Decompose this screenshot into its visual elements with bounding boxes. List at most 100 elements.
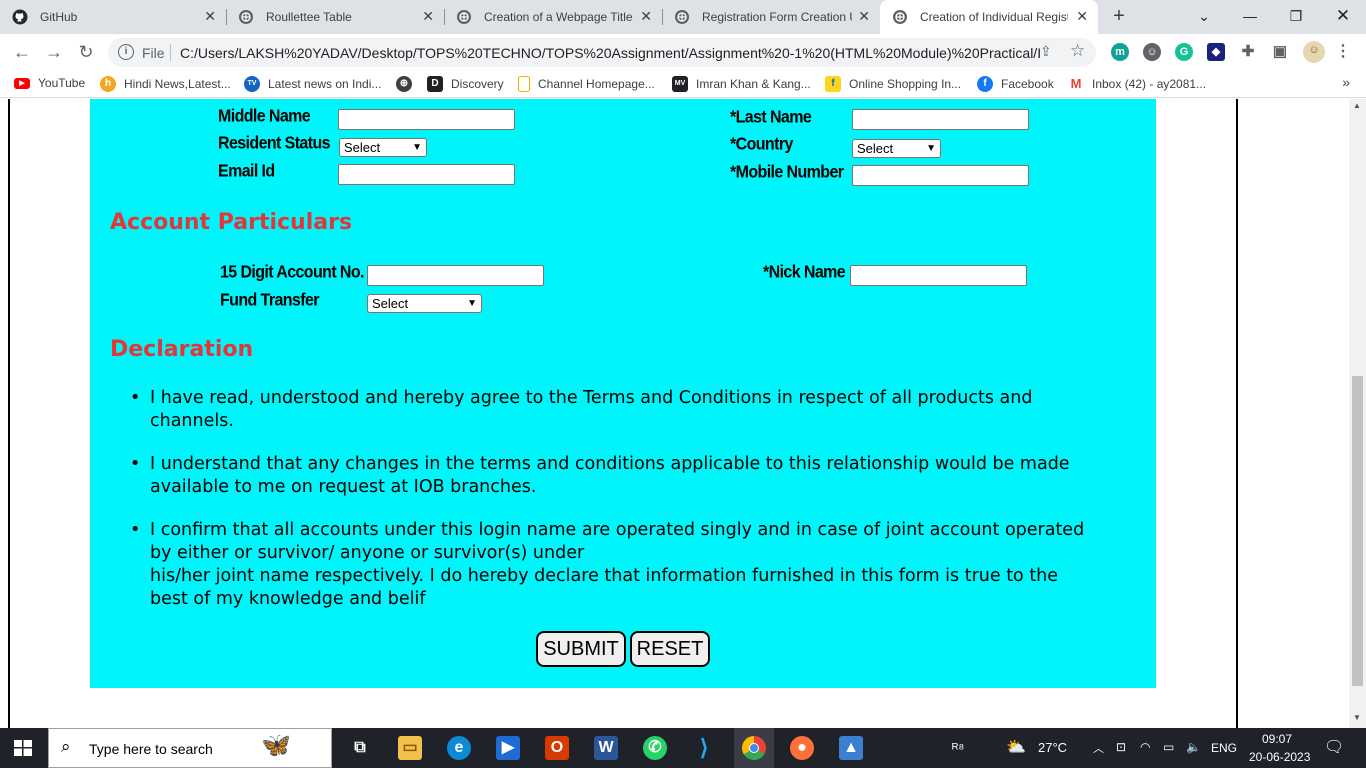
bookmark-discovery[interactable]: D Discovery bbox=[427, 76, 504, 92]
edge-icon[interactable]: e bbox=[447, 736, 471, 760]
declaration-heading: Declaration bbox=[110, 337, 254, 362]
profile-avatar[interactable]: ☺ bbox=[1303, 41, 1325, 63]
github-icon bbox=[12, 9, 28, 25]
globe-icon bbox=[675, 10, 689, 24]
windows-start-icon[interactable] bbox=[14, 740, 32, 756]
close-icon[interactable]: ✕ bbox=[640, 8, 652, 24]
declaration-text: best of my knowledge and belif bbox=[150, 589, 426, 609]
account-particulars-heading: Account Particulars bbox=[110, 210, 353, 235]
vertical-scrollbar[interactable]: ▲ ▼ bbox=[1349, 99, 1366, 728]
bookmark-imran-khan[interactable]: MV Imran Khan & Kang... bbox=[672, 76, 811, 92]
language-indicator[interactable]: ENG bbox=[1211, 741, 1237, 755]
task-view-icon[interactable]: ⧉ bbox=[348, 736, 372, 760]
globe-icon bbox=[457, 10, 471, 24]
office-icon[interactable]: O bbox=[545, 736, 569, 760]
scroll-up-icon[interactable]: ▲ bbox=[1353, 101, 1361, 110]
divider bbox=[170, 44, 171, 61]
email-input[interactable] bbox=[338, 164, 515, 185]
account-number-input[interactable] bbox=[367, 265, 544, 286]
tab-github[interactable]: GitHub ✕ bbox=[0, 0, 226, 34]
bookmark-star-icon[interactable]: ☆ bbox=[1070, 41, 1085, 61]
battery-icon[interactable]: ▭ bbox=[1163, 740, 1174, 754]
bookmark-latest-news[interactable]: TV Latest news on Indi... bbox=[244, 76, 381, 92]
mobile-number-input[interactable] bbox=[852, 165, 1029, 186]
close-icon[interactable]: ✕ bbox=[204, 8, 216, 24]
file-explorer-icon[interactable]: ▭ bbox=[398, 736, 422, 760]
tab-roullettee[interactable]: Roullettee Table ✕ bbox=[226, 0, 444, 34]
reload-icon[interactable]: ↻ bbox=[74, 41, 98, 65]
tab-title: GitHub bbox=[40, 10, 78, 24]
bookmarks-bar: ▶ YouTube h Hindi News,Latest... TV Latest … bbox=[0, 70, 1366, 98]
last-name-input[interactable] bbox=[852, 109, 1029, 130]
wifi-icon[interactable]: ◠ bbox=[1140, 740, 1150, 754]
forward-icon[interactable]: → bbox=[42, 41, 66, 65]
vscode-icon[interactable]: ⟩ bbox=[692, 736, 716, 760]
notifications-icon[interactable]: 🗨 bbox=[1324, 737, 1344, 757]
extensions-puzzle-icon[interactable]: ✚ bbox=[1239, 43, 1257, 61]
menu-kebab-icon[interactable]: ⋮ bbox=[1334, 43, 1352, 61]
extension-color-icon[interactable]: ◆ bbox=[1207, 43, 1225, 61]
grammarly-icon[interactable]: G bbox=[1175, 43, 1193, 61]
whatsapp-icon[interactable]: ✆ bbox=[643, 736, 667, 760]
reset-button[interactable]: RESET bbox=[630, 631, 710, 667]
bookmark-gmail[interactable]: M Inbox (42) - ay2081... bbox=[1068, 76, 1206, 92]
share-icon[interactable]: ⇪ bbox=[1040, 43, 1052, 60]
close-icon[interactable]: ✕ bbox=[422, 8, 434, 24]
bookmark-youtube[interactable]: ▶ YouTube bbox=[14, 76, 85, 90]
tab-webpage-title[interactable]: Creation of a Webpage Title ✕ bbox=[444, 0, 662, 34]
weather-icon[interactable]: ⛅ bbox=[1006, 737, 1026, 757]
url-text[interactable]: C:/Users/LAKSH%20YADAV/Desktop/TOPS%20TE… bbox=[180, 45, 1040, 61]
page-icon bbox=[518, 76, 530, 92]
bookmark-channel-homepage[interactable]: Channel Homepage... bbox=[518, 76, 655, 92]
resident-status-select[interactable]: Select ▼ bbox=[339, 138, 427, 157]
fund-transfer-select[interactable]: Select ▼ bbox=[367, 294, 482, 313]
select-value: Select bbox=[344, 140, 381, 155]
close-icon[interactable]: ✕ bbox=[1076, 8, 1088, 24]
taskbar-search[interactable]: ⌕ Type here to search 🦋 bbox=[48, 728, 332, 768]
new-tab-button[interactable]: + bbox=[1108, 5, 1130, 28]
bookmark-label: Inbox (42) - ay2081... bbox=[1092, 77, 1207, 91]
photos-icon[interactable]: ▲ bbox=[839, 736, 863, 760]
media-player-icon[interactable]: ▶ bbox=[496, 736, 520, 760]
clock-time[interactable]: 09:07 bbox=[1262, 732, 1292, 746]
bookmark-online-shopping[interactable]: f Online Shopping In... bbox=[825, 76, 961, 92]
extension-m-icon[interactable]: m bbox=[1111, 43, 1129, 61]
meet-now-icon[interactable]: ⊡ bbox=[1116, 740, 1126, 754]
more-bookmarks-icon[interactable]: » bbox=[1342, 74, 1350, 90]
clock-date[interactable]: 20-06-2023 bbox=[1249, 750, 1310, 764]
word-icon[interactable]: W bbox=[594, 736, 618, 760]
bookmark-facebook[interactable]: f Facebook bbox=[977, 76, 1054, 92]
declaration-text: I confirm that all accounts under this l… bbox=[150, 520, 1085, 540]
people-icon[interactable]: ᴿ⁸ bbox=[952, 740, 964, 756]
bookmark-hindi-news[interactable]: h Hindi News,Latest... bbox=[100, 76, 231, 92]
middle-name-input[interactable] bbox=[338, 109, 515, 130]
declaration-text: channels. bbox=[150, 411, 234, 431]
scroll-down-icon[interactable]: ▼ bbox=[1353, 713, 1361, 722]
volume-icon[interactable]: 🔈 bbox=[1186, 740, 1201, 754]
bookmark-globe[interactable]: ⊕ bbox=[396, 76, 420, 92]
tab-search-icon[interactable]: ⌄ bbox=[1181, 4, 1227, 28]
address-bar[interactable]: i File C:/Users/LAKSH%20YADAV/Desktop/TO… bbox=[108, 38, 1096, 67]
chrome-icon[interactable] bbox=[734, 728, 774, 768]
page-border-right bbox=[1236, 99, 1238, 728]
info-icon[interactable]: i bbox=[118, 44, 134, 60]
back-icon[interactable]: ← bbox=[10, 41, 34, 65]
submit-button[interactable]: SUBMIT bbox=[536, 631, 626, 667]
close-icon[interactable]: ✕ bbox=[858, 8, 870, 24]
scroll-thumb[interactable] bbox=[1352, 376, 1363, 686]
side-panel-icon[interactable]: ▣ bbox=[1271, 43, 1289, 61]
nick-name-input[interactable] bbox=[850, 265, 1027, 286]
declaration-list: • I have read, understood and hereby agr… bbox=[130, 387, 1130, 631]
country-select[interactable]: Select ▼ bbox=[852, 139, 941, 158]
weather-temperature[interactable]: 27°C bbox=[1038, 740, 1067, 755]
tab-registration-form[interactable]: Registration Form Creation U ✕ bbox=[662, 0, 880, 34]
firefox-icon[interactable]: ● bbox=[790, 736, 814, 760]
bullet: • bbox=[130, 454, 141, 474]
minimize-icon[interactable]: — bbox=[1227, 4, 1273, 28]
url-scheme: File bbox=[142, 45, 165, 61]
tab-individual-registration[interactable]: Creation of Individual Registr ✕ bbox=[880, 0, 1098, 34]
close-window-icon[interactable]: ✕ bbox=[1320, 4, 1366, 28]
restore-icon[interactable]: ❐ bbox=[1273, 4, 1319, 28]
extension-face-icon[interactable]: ☺ bbox=[1143, 43, 1161, 61]
show-hidden-icons[interactable]: ︿ bbox=[1093, 740, 1104, 756]
